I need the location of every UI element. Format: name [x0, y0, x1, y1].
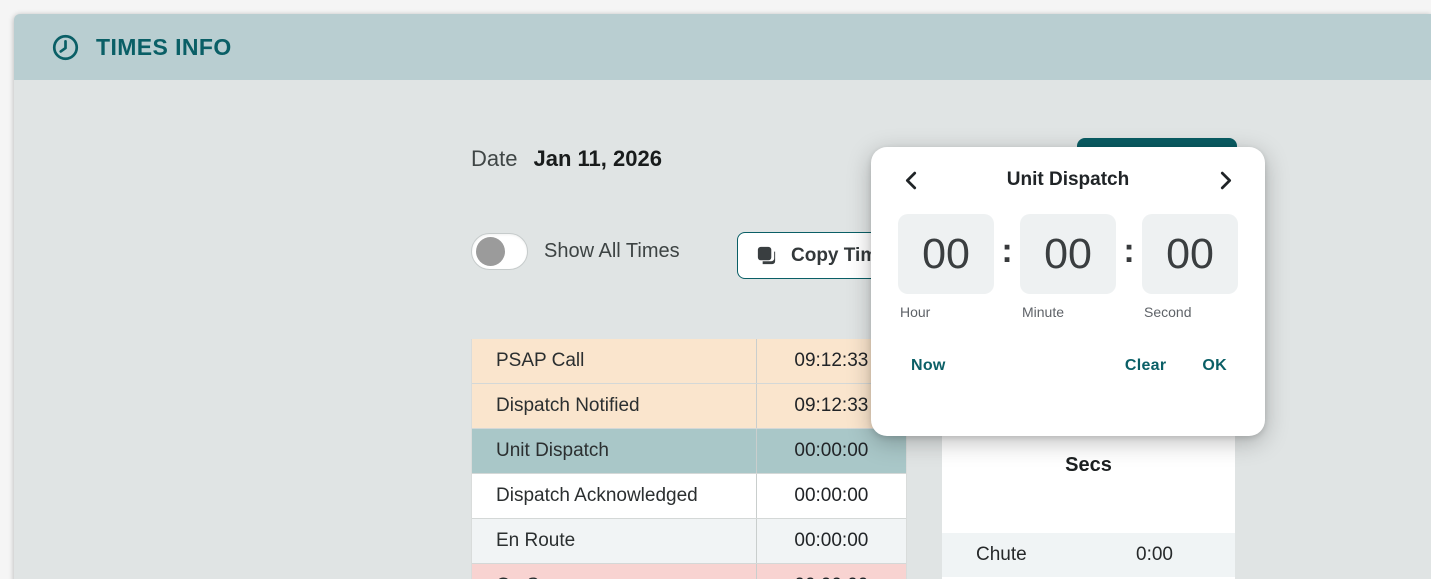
time-row-label: Unit Dispatch — [472, 429, 757, 473]
time-separator: : — [1116, 232, 1142, 277]
clock-icon — [52, 34, 79, 61]
date-row: Date Jan 11, 2026 — [471, 146, 662, 172]
hour-input[interactable]: 00 — [898, 214, 994, 294]
table-row-dispatch-acknowledged[interactable]: Dispatch Acknowledged 00:00:00 — [472, 474, 906, 519]
times-info-page: TIMES INFO Date Jan 11, 2026 Show All Ti… — [0, 0, 1431, 579]
now-button[interactable]: Now — [911, 357, 946, 375]
second-input[interactable]: 00 — [1142, 214, 1238, 294]
time-row-label: En Route — [472, 519, 757, 563]
time-picker-actions: Now Clear OK — [871, 357, 1265, 375]
page-title: TIMES INFO — [96, 34, 232, 61]
time-row-value[interactable]: 00:00:00 — [757, 530, 906, 552]
time-picker-field-labels: Hour Minute Second — [871, 304, 1265, 320]
secs-panel: Secs Chute 0:00 — [942, 434, 1235, 579]
date-label: Date — [471, 146, 517, 172]
show-all-times-row: Show All Times — [471, 233, 680, 270]
secs-panel-header: Secs — [942, 454, 1235, 477]
time-row-label: PSAP Call — [472, 339, 757, 383]
time-row-value[interactable]: 00:00:00 — [757, 485, 906, 507]
table-row-en-route[interactable]: En Route 00:00:00 — [472, 519, 906, 564]
toggle-knob — [476, 237, 505, 266]
clear-button[interactable]: Clear — [1125, 357, 1167, 375]
hour-label: Hour — [898, 304, 994, 320]
secs-row-label: Chute — [976, 544, 1027, 566]
time-row-value[interactable]: 00:00:00 — [757, 575, 906, 579]
copy-icon — [755, 244, 778, 267]
table-row-psap-call[interactable]: PSAP Call 09:12:33 — [472, 339, 906, 384]
time-row-label: Dispatch Acknowledged — [472, 474, 757, 518]
second-label: Second — [1142, 304, 1238, 320]
secs-row-chute[interactable]: Chute 0:00 — [942, 533, 1235, 577]
time-picker-header: Unit Dispatch — [871, 169, 1265, 191]
time-picker-fields: 00 : 00 : 00 — [871, 214, 1265, 294]
date-value: Jan 11, 2026 — [533, 146, 661, 172]
time-row-label: Dispatch Notified — [472, 384, 757, 428]
table-row-dispatch-notified[interactable]: Dispatch Notified 09:12:33 — [472, 384, 906, 429]
time-picker-title: Unit Dispatch — [919, 169, 1217, 191]
secs-row-value: 0:00 — [1136, 544, 1173, 566]
times-info-header: TIMES INFO — [14, 14, 1431, 80]
chevron-right-icon[interactable] — [1217, 171, 1235, 189]
chevron-left-icon[interactable] — [901, 171, 919, 189]
times-table: PSAP Call 09:12:33 Dispatch Notified 09:… — [471, 339, 907, 579]
minute-input[interactable]: 00 — [1020, 214, 1116, 294]
time-picker-popup: Unit Dispatch 00 : 00 : 00 Hour Minute S… — [871, 147, 1265, 436]
time-separator: : — [994, 232, 1020, 277]
time-row-label: On Scene — [472, 564, 757, 579]
table-row-on-scene[interactable]: On Scene 00:00:00 — [472, 564, 906, 579]
table-row-unit-dispatch[interactable]: Unit Dispatch 00:00:00 — [472, 429, 906, 474]
show-all-times-toggle[interactable] — [471, 233, 528, 270]
time-row-value[interactable]: 00:00:00 — [757, 440, 906, 462]
minute-label: Minute — [1020, 304, 1116, 320]
show-all-times-label: Show All Times — [544, 240, 680, 263]
ok-button[interactable]: OK — [1202, 357, 1227, 375]
